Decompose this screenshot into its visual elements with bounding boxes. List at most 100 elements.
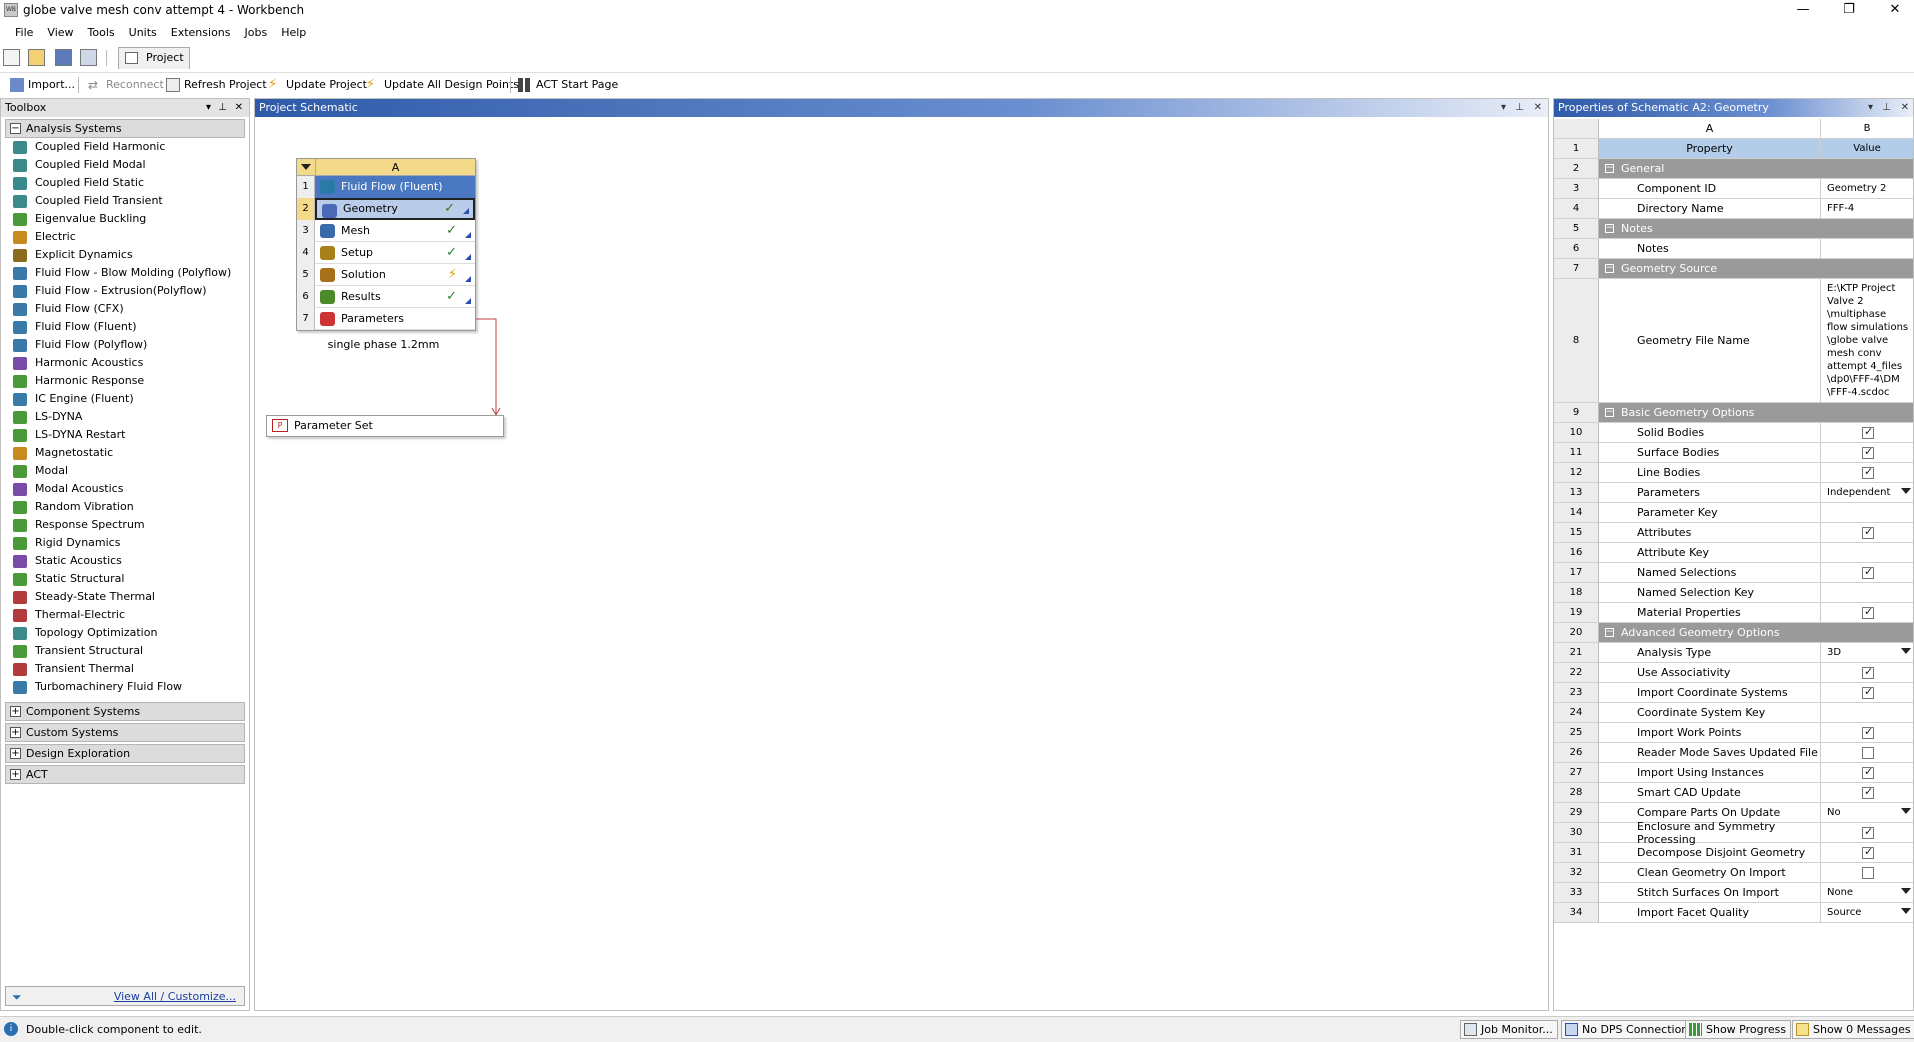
property-checkbox[interactable] [1862, 785, 1874, 799]
property-value[interactable] [1821, 843, 1913, 862]
collapse-icon[interactable]: − [1605, 628, 1614, 637]
property-value[interactable] [1821, 239, 1913, 258]
toolbox-item[interactable]: Topology Optimization [1, 624, 249, 642]
property-value[interactable] [1821, 863, 1913, 882]
schematic-close-icon[interactable]: ✕ [1534, 99, 1542, 117]
property-checkbox[interactable] [1862, 825, 1874, 839]
system-cell-row[interactable]: 7 Parameters [297, 308, 475, 330]
property-value[interactable] [1821, 743, 1913, 762]
property-value[interactable] [1821, 543, 1913, 562]
toolbox-item[interactable]: LS-DYNA Restart [1, 426, 249, 444]
toolbox-item[interactable]: Modal Acoustics [1, 480, 249, 498]
restore-button[interactable]: ❐ [1826, 0, 1872, 20]
property-checkbox[interactable] [1862, 565, 1874, 579]
toolbox-item[interactable]: Harmonic Acoustics [1, 354, 249, 372]
toolbox-item[interactable]: Coupled Field Static [1, 174, 249, 192]
property-value[interactable] [1821, 443, 1913, 462]
toolbox-item[interactable]: Fluid Flow (Polyflow) [1, 336, 249, 354]
property-section-row[interactable]: 2− General [1554, 159, 1913, 179]
property-checkbox[interactable] [1862, 685, 1874, 699]
toolbox-item[interactable]: Coupled Field Harmonic [1, 138, 249, 156]
toolbox-item[interactable]: Coupled Field Transient [1, 192, 249, 210]
toolbox-item[interactable]: LS-DYNA [1, 408, 249, 426]
toolbox-item[interactable]: Rigid Dynamics [1, 534, 249, 552]
property-section-row[interactable]: 9− Basic Geometry Options [1554, 403, 1913, 423]
property-value[interactable]: E:\KTP Project Valve 2 \multiphase flow … [1821, 279, 1913, 402]
dropdown-arrow-icon[interactable] [1901, 888, 1911, 894]
property-checkbox[interactable] [1862, 746, 1874, 759]
property-section-row[interactable]: 20− Advanced Geometry Options [1554, 623, 1913, 643]
property-checkbox[interactable] [1862, 665, 1874, 679]
property-section-row[interactable]: 7− Geometry Source [1554, 259, 1913, 279]
system-cell-row[interactable]: 5 Solution ⚡ [297, 264, 475, 286]
group-act[interactable]: + ACT [5, 765, 245, 784]
toolbox-item[interactable]: Explicit Dynamics [1, 246, 249, 264]
dropdown-arrow-icon[interactable] [1901, 808, 1911, 814]
collapse-icon[interactable]: − [1605, 224, 1614, 233]
property-value[interactable] [1821, 583, 1913, 602]
property-value[interactable]: Geometry 2 [1821, 179, 1913, 198]
toolbox-item[interactable]: Transient Structural [1, 642, 249, 660]
group-custom-systems[interactable]: + Custom Systems [5, 723, 245, 742]
system-cell-row[interactable]: 3 Mesh ✓ [297, 220, 475, 242]
property-value[interactable] [1821, 423, 1913, 442]
property-value[interactable] [1821, 823, 1913, 842]
toolbox-item[interactable]: Fluid Flow - Extrusion(Polyflow) [1, 282, 249, 300]
properties-pin-icon[interactable]: ⊥ [1882, 99, 1891, 117]
property-checkbox[interactable] [1862, 425, 1874, 439]
property-checkbox[interactable] [1862, 765, 1874, 779]
system-menu-icon[interactable] [301, 164, 311, 170]
property-checkbox[interactable] [1862, 605, 1874, 619]
property-checkbox[interactable] [1862, 725, 1874, 739]
menu-jobs[interactable]: Jobs [238, 24, 275, 42]
save-as-icon[interactable] [80, 49, 97, 66]
toolbox-item[interactable]: Static Acoustics [1, 552, 249, 570]
toolbox-pin-icon[interactable]: ⊥ [218, 99, 227, 117]
property-value[interactable] [1821, 603, 1913, 622]
group-analysis-systems[interactable]: − Analysis Systems [5, 119, 245, 138]
fluid-flow-system-block[interactable]: A 1 Fluid Flow (Fluent) 2 Geometry ✓ 3 Mesh ✓ 4 S… [296, 158, 476, 331]
property-value[interactable] [1821, 663, 1913, 682]
tab-project[interactable]: Project [118, 47, 190, 69]
toolbox-item[interactable]: Transient Thermal [1, 660, 249, 678]
system-cell-row[interactable]: 1 Fluid Flow (Fluent) [297, 176, 475, 198]
reconnect-button[interactable]: ⇄ Reconnect [88, 77, 164, 93]
schematic-menu-icon[interactable]: ▾ [1501, 99, 1506, 117]
show-progress-button[interactable]: Show Progress [1685, 1020, 1792, 1039]
toolbox-item[interactable]: Magnetostatic [1, 444, 249, 462]
property-checkbox[interactable] [1862, 845, 1874, 859]
system-cell-row[interactable]: 2 Geometry ✓ [297, 198, 475, 220]
property-value[interactable]: None [1821, 883, 1913, 902]
system-cell-row[interactable]: 4 Setup ✓ [297, 242, 475, 264]
menu-help[interactable]: Help [274, 24, 313, 42]
new-project-icon[interactable] [3, 49, 20, 66]
dropdown-arrow-icon[interactable] [1901, 488, 1911, 494]
toolbox-item[interactable]: Thermal-Electric [1, 606, 249, 624]
toolbox-item[interactable]: Steady-State Thermal [1, 588, 249, 606]
open-folder-icon[interactable] [28, 49, 45, 66]
properties-close-icon[interactable]: ✕ [1901, 99, 1909, 117]
minimize-button[interactable]: — [1780, 0, 1826, 20]
parameter-set-bar[interactable]: P Parameter Set [266, 415, 504, 437]
toolbox-item[interactable]: Coupled Field Modal [1, 156, 249, 174]
toolbox-item[interactable]: Fluid Flow (CFX) [1, 300, 249, 318]
system-cell-row[interactable]: 6 Results ✓ [297, 286, 475, 308]
property-value[interactable] [1821, 503, 1913, 522]
property-value[interactable]: Source [1821, 903, 1913, 922]
system-caption[interactable]: single phase 1.2mm [296, 338, 471, 351]
import-button[interactable]: Import... [10, 77, 75, 93]
collapse-icon[interactable]: − [1605, 264, 1614, 273]
filter-icon[interactable]: ⏷ [12, 990, 22, 1005]
act-start-page-button[interactable]: ACT Start Page [518, 77, 618, 93]
property-value[interactable]: FFF-4 [1821, 199, 1913, 218]
job-monitor-button[interactable]: Job Monitor... [1460, 1020, 1558, 1039]
collapse-icon[interactable]: − [1605, 164, 1614, 173]
property-value[interactable] [1821, 523, 1913, 542]
property-value[interactable]: No [1821, 803, 1913, 822]
property-value[interactable]: 3D [1821, 643, 1913, 662]
toolbox-menu-icon[interactable]: ▾ [206, 99, 211, 117]
property-value[interactable] [1821, 783, 1913, 802]
menu-units[interactable]: Units [122, 24, 164, 42]
toolbox-item[interactable]: Modal [1, 462, 249, 480]
toolbox-item[interactable]: Harmonic Response [1, 372, 249, 390]
